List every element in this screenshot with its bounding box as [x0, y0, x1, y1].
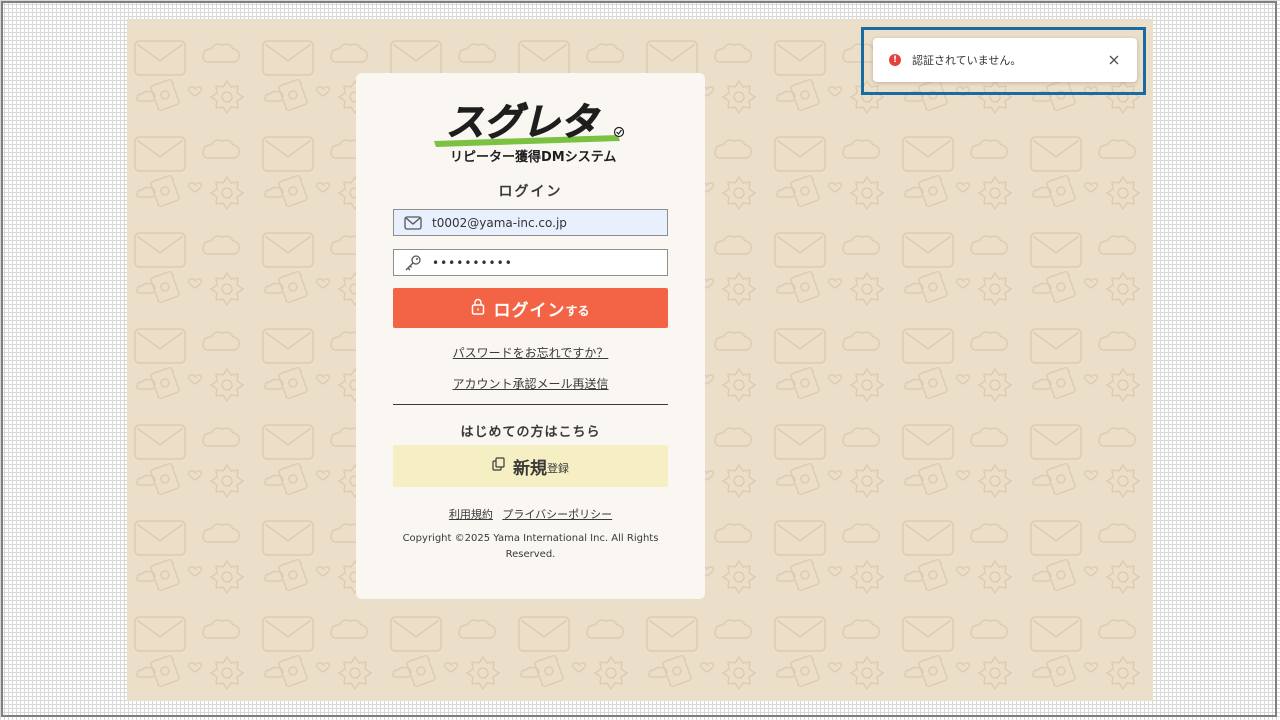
copyright-text: Copyright ©2025 Yama International Inc. …	[402, 533, 659, 560]
toast-message: 認証されていません。	[912, 54, 1022, 67]
register-button[interactable]: 新規 登録	[393, 445, 668, 487]
lock-icon	[471, 298, 485, 319]
error-icon: !	[889, 54, 901, 66]
error-toast: ! 認証されていません。	[873, 38, 1137, 82]
legal-links: 利用規約 プライバシーポリシー	[356, 506, 705, 522]
register-button-label: 新規	[513, 458, 547, 479]
first-time-heading: はじめての方はこちら	[460, 425, 601, 440]
resend-approval-email-link[interactable]: アカウント承認メール再送信	[356, 375, 705, 392]
register-button-suffix: 登録	[547, 462, 569, 475]
login-button-suffix: する	[565, 303, 590, 318]
logo-sub-text: リピーター獲得DMシステム	[450, 149, 616, 165]
login-title: ログイン	[498, 184, 563, 200]
envelope-icon	[404, 215, 426, 231]
email-field[interactable]	[393, 209, 668, 236]
copy-icon	[492, 457, 505, 475]
email-input[interactable]	[426, 210, 667, 235]
terms-link[interactable]: 利用規約	[449, 508, 493, 521]
privacy-policy-link[interactable]: プライバシーポリシー	[502, 508, 612, 521]
password-input[interactable]	[426, 250, 667, 275]
logo-main-text: スグレタ	[446, 100, 601, 144]
forgot-password-link[interactable]: パスワードをお忘れですか？	[356, 344, 705, 361]
login-button[interactable]: ログイン する	[393, 288, 668, 328]
login-card: スグレタ リピーター獲得DMシステム ログイン ログインする パスワードをお忘れ…	[356, 73, 705, 599]
app-logo: スグレタ リピーター獲得DMシステム	[434, 99, 625, 165]
login-button-label: ログイン	[493, 300, 566, 321]
key-icon	[404, 254, 426, 271]
password-field[interactable]	[393, 249, 668, 276]
close-icon[interactable]	[1107, 53, 1121, 67]
app-background: スグレタ リピーター獲得DMシステム ログイン ログインする パスワードをお忘れ…	[127, 19, 1153, 701]
divider	[393, 404, 668, 405]
